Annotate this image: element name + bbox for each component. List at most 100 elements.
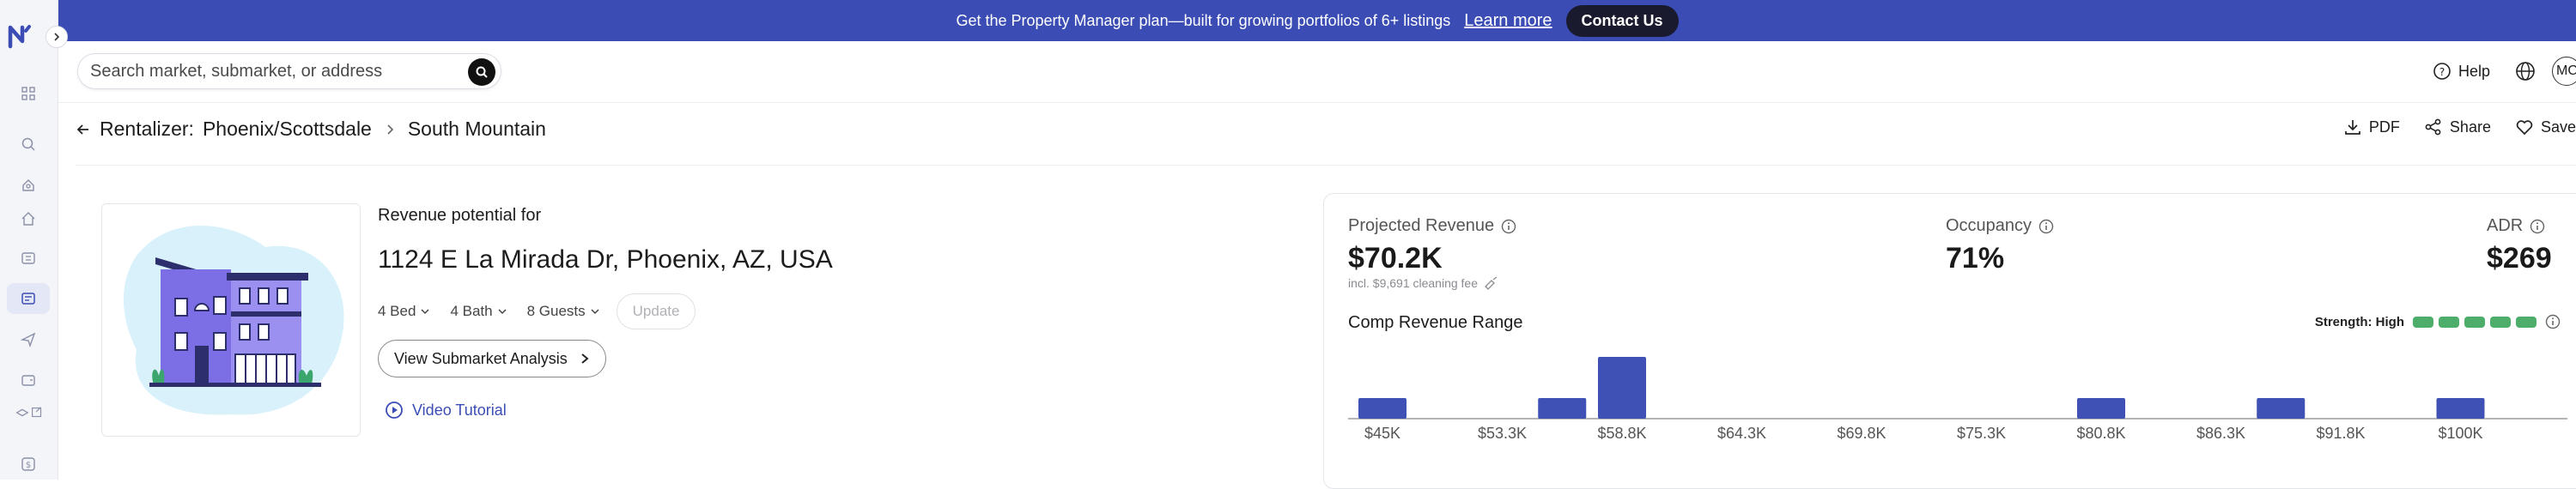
search-icon — [476, 66, 488, 78]
chart-bar[interactable] — [2077, 398, 2125, 419]
share-label: Share — [2449, 118, 2491, 136]
svg-text:?: ? — [2439, 66, 2445, 78]
update-button[interactable]: Update — [616, 293, 696, 329]
strength-label: Strength: High — [2314, 314, 2404, 329]
search-button[interactable] — [468, 58, 495, 86]
portfolio-icon[interactable] — [17, 174, 39, 196]
guests-dropdown[interactable]: 8 Guests — [527, 303, 599, 320]
occupancy-text: Occupancy — [1946, 216, 2032, 235]
property-filters: 4 Bed 4 Bath 8 Guests Update — [378, 293, 696, 329]
property-address: 1124 E La Mirada Dr, Phoenix, AZ, USA — [378, 245, 833, 274]
home-icon[interactable] — [17, 208, 39, 230]
download-icon — [2345, 120, 2360, 135]
chart-bar[interactable] — [1358, 398, 1406, 419]
chevron-right-icon — [387, 124, 393, 135]
contact-us-button[interactable]: Contact Us — [1565, 4, 1679, 37]
chart-bar[interactable] — [1598, 357, 1646, 419]
top-bar: ? Help MC — [58, 41, 2576, 103]
occupancy-value: 71% — [1946, 242, 2005, 275]
top-right-controls: ? Help MC — [2433, 57, 2576, 86]
header-divider — [76, 165, 2576, 166]
chart-tick-label: $64.3K — [1716, 425, 1767, 442]
page-actions: PDF Share Save — [2343, 118, 2576, 136]
occupancy-label: Occupancy — [1946, 216, 2054, 236]
baths-value: 4 Bath — [450, 303, 493, 319]
learn-more-link[interactable]: Learn more — [1464, 11, 1552, 31]
chart-tick-label: $75.3K — [1956, 425, 2007, 442]
save-label: Save — [2540, 118, 2576, 136]
breadcrumb-root: Rentalizer: — [100, 118, 194, 140]
share-icon — [2425, 118, 2441, 136]
svg-text:$: $ — [26, 461, 31, 470]
chart-tick-label: $69.8K — [1837, 425, 1886, 442]
beds-dropdown[interactable]: 4 Bed — [378, 303, 429, 320]
strength-segment — [2516, 316, 2537, 328]
breadcrumb-market[interactable]: Phoenix/Scottsdale — [203, 118, 372, 141]
video-tutorial-label: Video Tutorial — [412, 401, 507, 419]
beds-value: 4 Bed — [378, 303, 416, 319]
search-nav-icon[interactable] — [17, 133, 39, 155]
chart-tick-label: $45K — [1364, 425, 1401, 442]
search-bar — [77, 53, 501, 89]
strength-indicator: Strength: High — [2315, 314, 2561, 329]
chart-bar[interactable] — [2436, 398, 2485, 419]
layers-external-icon[interactable] — [12, 401, 46, 424]
pdf-label: PDF — [2368, 118, 2400, 136]
share-button[interactable]: Share — [2424, 118, 2491, 136]
chart-tick-label: $53.3K — [1477, 425, 1528, 442]
strength-segment — [2439, 316, 2459, 328]
video-tutorial-link[interactable]: Video Tutorial — [385, 401, 507, 420]
save-button[interactable]: Save — [2515, 118, 2576, 136]
projected-revenue-text: Projected Revenue — [1348, 216, 1495, 235]
view-submarket-button[interactable]: View Submarket Analysis — [378, 340, 606, 377]
chevron-right-icon — [581, 353, 589, 364]
play-circle-icon — [386, 401, 403, 419]
pdf-button[interactable]: PDF — [2343, 118, 2400, 136]
rail-expand-button[interactable] — [46, 26, 68, 48]
market-icon[interactable] — [17, 247, 39, 269]
property-thumbnail — [101, 203, 361, 437]
chart-tick-label: $100K — [2438, 425, 2483, 442]
logo-icon[interactable] — [7, 22, 33, 50]
chart-tick-label: $91.8K — [2316, 425, 2366, 442]
help-button[interactable]: ? Help — [2433, 62, 2490, 81]
wallet-icon[interactable] — [17, 369, 39, 391]
info-icon[interactable] — [2530, 219, 2545, 234]
info-icon[interactable] — [2038, 219, 2054, 234]
chart-tick-label: $58.8K — [1597, 425, 1647, 442]
avatar[interactable]: MC — [2552, 57, 2576, 86]
projected-revenue-value: $70.2K — [1348, 242, 1443, 275]
info-icon[interactable] — [1501, 219, 1516, 234]
chevron-down-icon — [591, 309, 599, 315]
promo-banner: Get the Property Manager plan—built for … — [58, 0, 2576, 41]
strength-segment — [2464, 316, 2485, 328]
breadcrumb-submarket: South Mountain — [407, 118, 546, 140]
chevron-down-icon — [498, 309, 507, 315]
adr-text: ADR — [2487, 216, 2524, 235]
guests-value: 8 Guests — [526, 303, 586, 319]
cleaning-fee-note: incl. $9,691 cleaning fee — [1348, 276, 1498, 290]
chart-bar[interactable] — [2257, 398, 2306, 419]
chevron-right-icon — [54, 33, 60, 41]
rentalizer-icon[interactable] — [7, 283, 50, 314]
cleaning-fee-text: incl. $9,691 cleaning fee — [1348, 276, 1478, 290]
search-input[interactable] — [90, 61, 416, 82]
help-icon: ? — [2433, 63, 2451, 80]
view-submarket-label: View Submarket Analysis — [394, 349, 568, 367]
heart-icon — [2516, 120, 2533, 136]
send-icon[interactable] — [17, 329, 39, 351]
dollar-icon[interactable]: $ — [17, 453, 39, 475]
globe-icon[interactable] — [2514, 60, 2537, 82]
chart-bar[interactable] — [1538, 398, 1587, 419]
help-label: Help — [2458, 62, 2490, 80]
dashboard-icon[interactable] — [17, 82, 39, 105]
strength-segment — [2490, 316, 2511, 328]
revenue-potential-label: Revenue potential for — [378, 206, 542, 225]
adr-value: $269 — [2487, 242, 2552, 275]
projected-revenue-label: Projected Revenue — [1348, 216, 1516, 236]
back-arrow-icon[interactable] — [76, 122, 91, 137]
baths-dropdown[interactable]: 4 Bath — [450, 303, 507, 320]
breadcrumb: Rentalizer: Phoenix/Scottsdale South Mou… — [76, 118, 546, 141]
info-icon[interactable] — [2545, 314, 2561, 329]
chevron-down-icon — [421, 309, 429, 315]
